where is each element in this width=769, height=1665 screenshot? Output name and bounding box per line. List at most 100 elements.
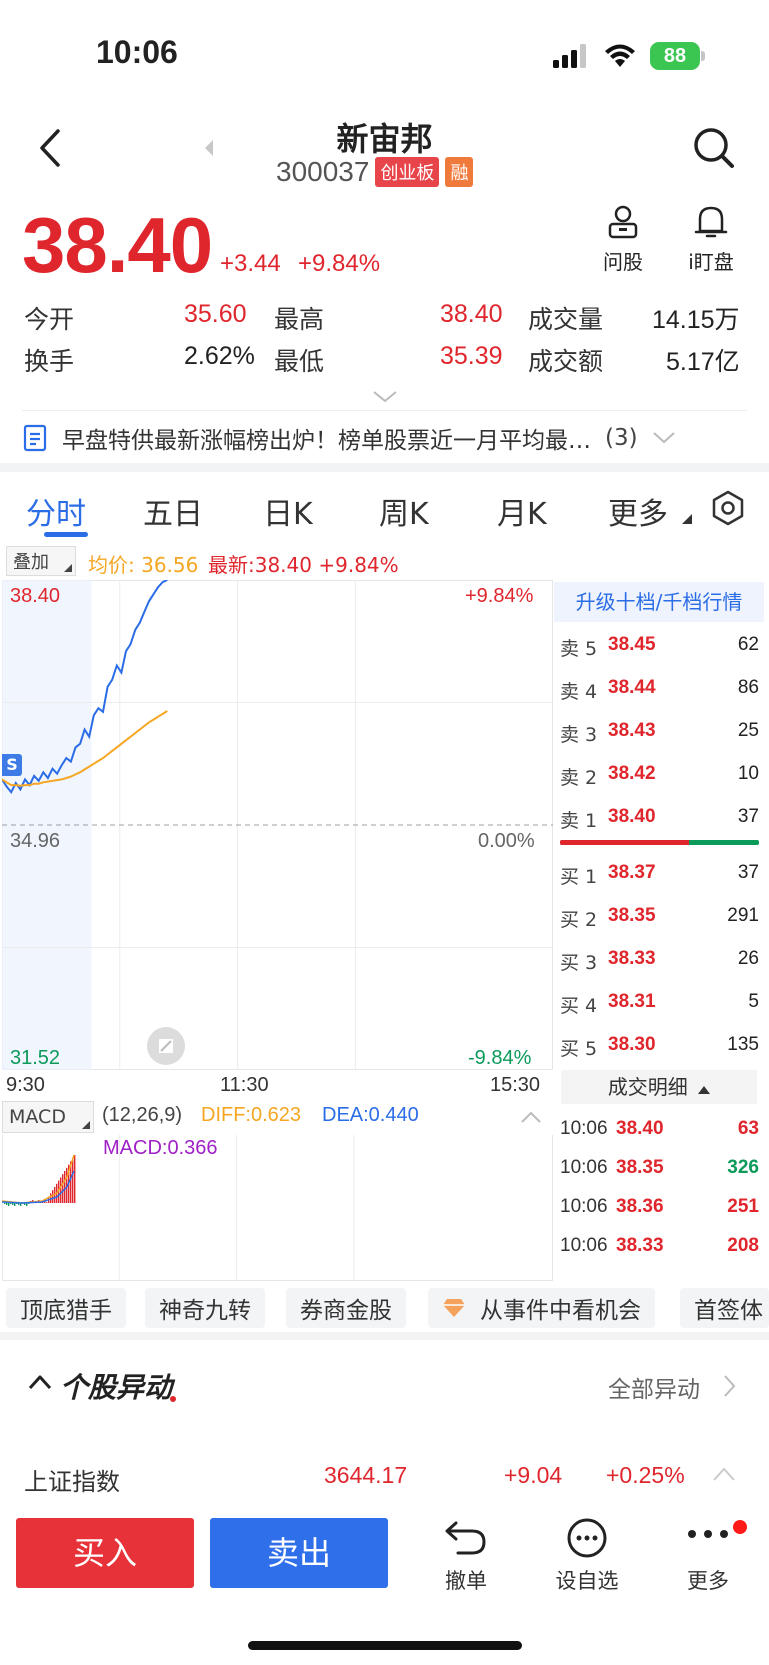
macd-bar	[74, 1155, 76, 1203]
chevron-down-icon	[652, 432, 675, 444]
ask-row: 卖 2 38.42 10	[554, 759, 759, 789]
chevron-up-icon[interactable]	[712, 1466, 736, 1482]
buy-button[interactable]: 买入	[16, 1518, 194, 1588]
ask-label: 卖 3	[560, 724, 598, 746]
macd-bar	[46, 1202, 48, 1203]
news-banner[interactable]: 早盘特供最新涨幅榜出炉！榜单股票近一月平均最… (3)	[22, 410, 744, 466]
watch-label: i盯盘	[688, 250, 734, 274]
trade-row: 10:06 38.35 326	[554, 1153, 759, 1183]
x-tick-close: 15:30	[490, 1074, 541, 1096]
undo-icon[interactable]	[444, 1517, 488, 1557]
tab-weekly-k[interactable]: 周K	[379, 489, 429, 533]
macd-bar	[14, 1203, 16, 1206]
section-separator	[0, 1332, 769, 1340]
all-anomalies-link[interactable]: 全部异动	[608, 1370, 700, 1404]
board-tag: 创业板	[375, 157, 440, 187]
current-price: 38.40	[22, 201, 213, 289]
chip-event-opportunity[interactable]: 从事件中看机会	[428, 1288, 655, 1328]
y-tick-top-right: +9.84%	[465, 585, 534, 607]
x-tick-noon: 11:30	[220, 1074, 269, 1096]
ask-price: 38.40	[608, 806, 656, 827]
latest-price-label: 最新:38.40 +9.84%	[208, 553, 399, 577]
chip-first-sign[interactable]: 首签体	[680, 1288, 769, 1328]
y-tick-bottom-right: -9.84%	[468, 1047, 532, 1069]
tab-monthly-k[interactable]: 月K	[497, 489, 547, 533]
ask-stock-button[interactable]: 问股	[598, 204, 648, 275]
more-icon[interactable]	[686, 1526, 734, 1542]
y-tick-mid-right: 0.00%	[478, 830, 535, 852]
stat-low-label: 最低	[274, 347, 325, 376]
ask-row: 卖 5 38.45 62	[554, 630, 759, 660]
section-separator	[0, 463, 769, 472]
tab-more[interactable]: 更多	[608, 489, 668, 533]
index-change-pct: +0.25%	[606, 1462, 685, 1488]
bid-label: 买 1	[560, 866, 598, 888]
tab-intraday[interactable]: 分时	[26, 489, 86, 533]
bid-price: 38.37	[608, 862, 656, 883]
bid-ask-ratio-bar	[560, 840, 759, 845]
collapse-macd-icon[interactable]	[520, 1110, 542, 1124]
search-icon[interactable]	[692, 126, 736, 170]
ask-label: 卖 4	[560, 681, 598, 703]
bid-label: 买 5	[560, 1038, 598, 1060]
ask-label: 卖 2	[560, 767, 598, 789]
document-icon	[23, 424, 47, 452]
bid-price: 38.30	[608, 1034, 656, 1055]
ask-price: 38.45	[608, 634, 656, 655]
expand-stats-icon[interactable]	[372, 390, 398, 404]
sell-button[interactable]: 卖出	[210, 1518, 388, 1588]
trade-volume: 326	[727, 1157, 759, 1178]
bid-price: 38.33	[608, 948, 656, 969]
fullscreen-icon[interactable]	[146, 1026, 186, 1066]
bell-icon	[694, 206, 728, 238]
watch-button[interactable]: i盯盘	[678, 204, 744, 275]
bid-volume: 135	[727, 1034, 759, 1055]
bid-price: 38.31	[608, 991, 656, 1012]
stock-name: 新宙邦	[336, 120, 433, 158]
bid-label: 买 3	[560, 952, 598, 974]
trade-list: 10:06 38.40 63 10:06 38.35 326 10:06 38.36 251…	[554, 1110, 760, 1282]
tab-underline	[44, 532, 88, 537]
corner-triangle-icon	[64, 564, 72, 572]
overlay-button[interactable]: 叠加	[6, 546, 76, 576]
avg-price-label: 均价: 36.56	[88, 553, 199, 577]
add-watchlist-label[interactable]: 设自选	[547, 1565, 627, 1595]
chevron-right-icon[interactable]	[722, 1374, 736, 1398]
macd-label: MACD	[9, 1106, 66, 1128]
add-watchlist-icon[interactable]	[566, 1517, 608, 1559]
stat-amount-value: 5.17亿	[666, 348, 740, 376]
chevron-up-icon[interactable]	[28, 1374, 52, 1390]
s-marker: S	[2, 754, 22, 776]
macd-selector[interactable]: MACD	[2, 1101, 94, 1133]
anomaly-title: 个股异动	[60, 1371, 173, 1404]
cancel-order-label[interactable]: 撤单	[426, 1565, 506, 1595]
more-label[interactable]: 更多	[668, 1565, 748, 1595]
chip-broker-picks[interactable]: 券商金股	[286, 1288, 406, 1328]
tab-daily-k[interactable]: 日K	[263, 489, 313, 533]
ask-volume: 37	[737, 806, 759, 827]
trade-time: 10:06	[560, 1157, 608, 1178]
ask-price: 38.42	[608, 763, 656, 784]
margin-tag: 融	[445, 157, 474, 187]
macd-dea: DEA:0.440	[322, 1104, 419, 1126]
chip-magic-nine[interactable]: 神奇九转	[145, 1288, 265, 1328]
index-name[interactable]: 上证指数	[24, 1462, 120, 1497]
ask-label: 卖 1	[560, 810, 598, 832]
tab-five-day[interactable]: 五日	[143, 489, 203, 533]
macd-bar	[72, 1158, 74, 1203]
chip-bottom-hunter[interactable]: 顶底猎手	[6, 1288, 126, 1328]
trade-detail-header[interactable]: 成交明细	[561, 1070, 757, 1104]
stat-low-value: 35.39	[440, 342, 503, 370]
status-time: 10:06	[96, 34, 178, 70]
trade-price: 38.33	[616, 1235, 664, 1256]
notification-dot	[733, 1520, 747, 1534]
trade-time: 10:06	[560, 1118, 608, 1139]
settings-icon[interactable]	[710, 490, 746, 526]
trade-volume: 251	[727, 1196, 759, 1217]
battery-indicator: 88	[650, 42, 700, 70]
stock-code: 300037	[276, 156, 370, 187]
stat-turnover-value: 2.62%	[184, 342, 255, 370]
bid-row: 买 2 38.35 291	[554, 901, 759, 931]
bid-row: 买 4 38.31 5	[554, 987, 759, 1017]
macd-bar	[52, 1190, 54, 1203]
